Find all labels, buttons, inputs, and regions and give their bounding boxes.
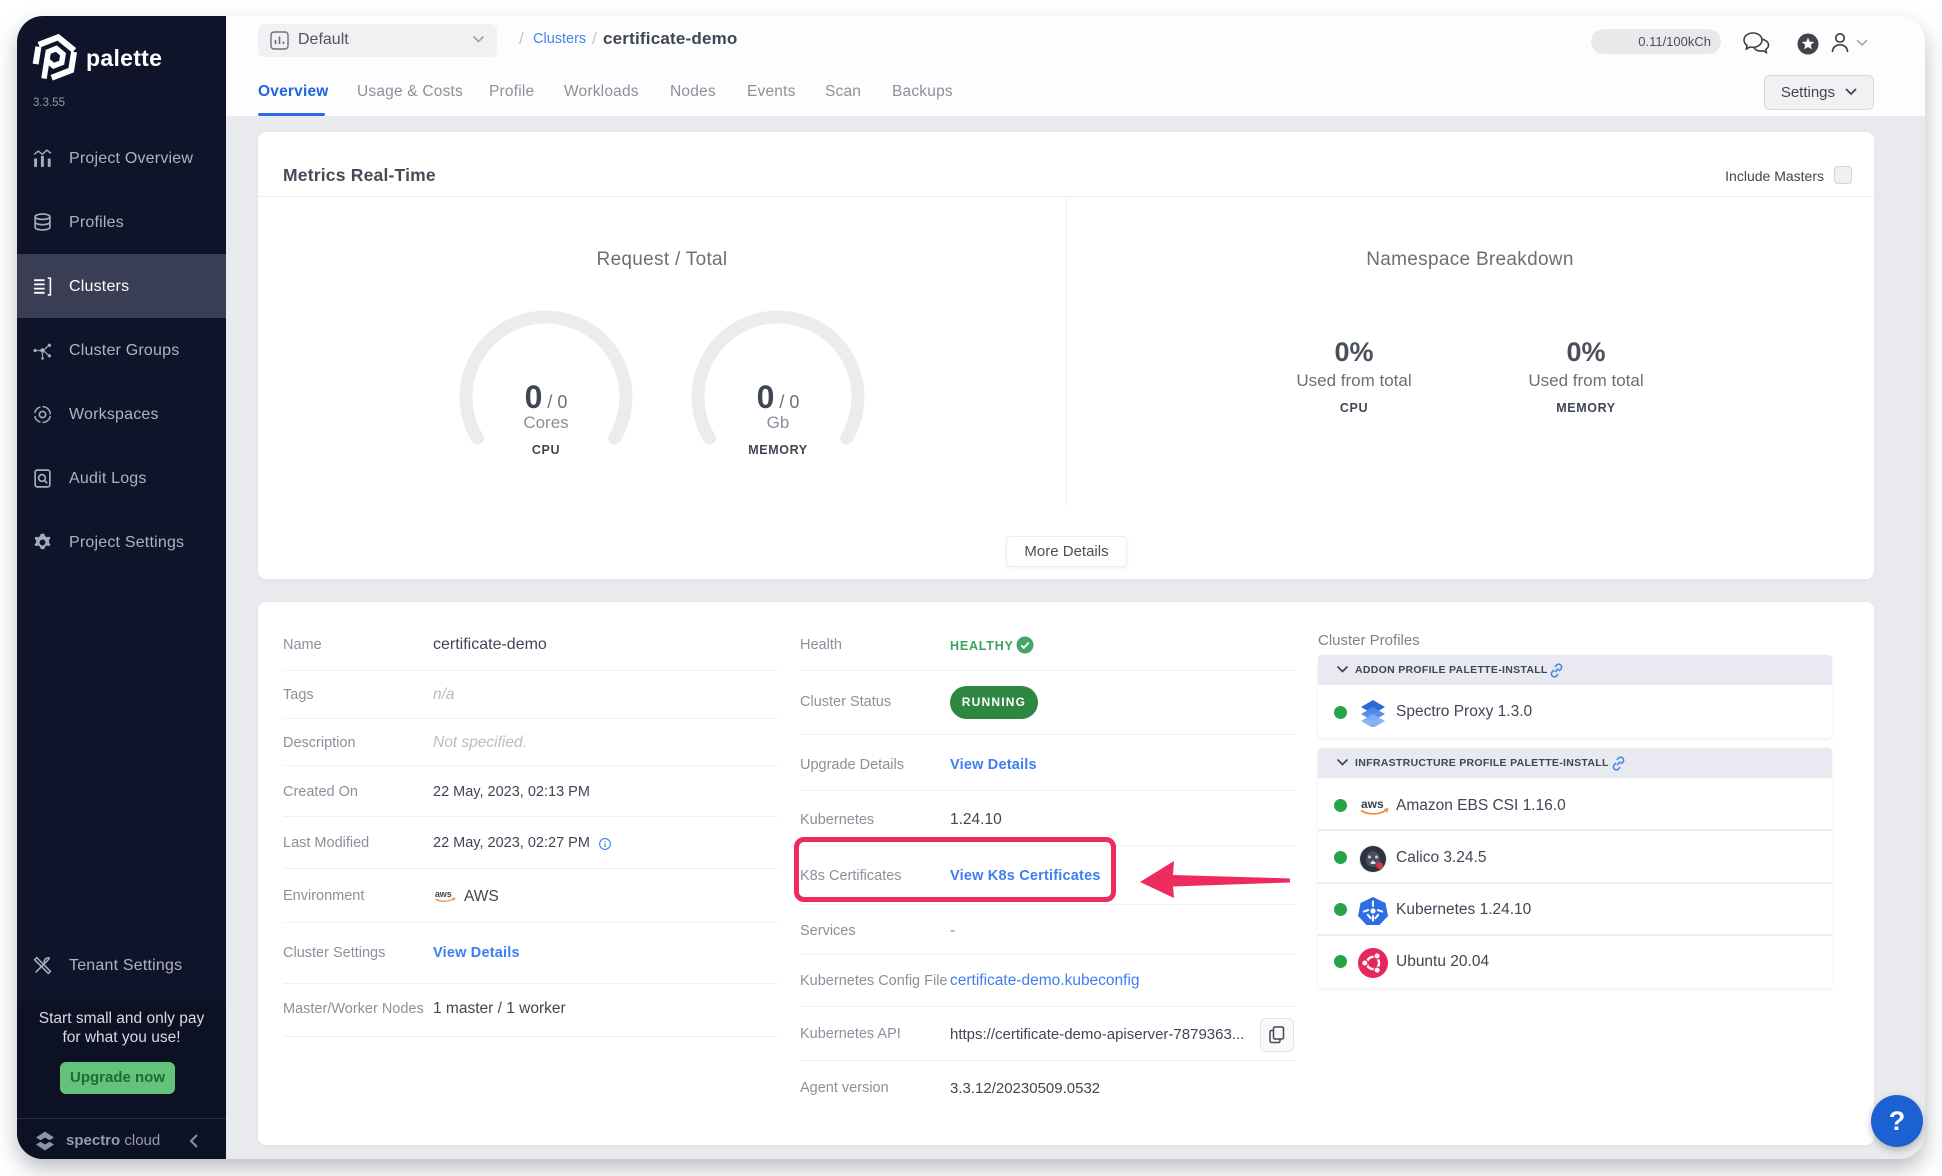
svg-text:aws: aws bbox=[1361, 797, 1384, 811]
svg-text:aws: aws bbox=[435, 889, 452, 899]
